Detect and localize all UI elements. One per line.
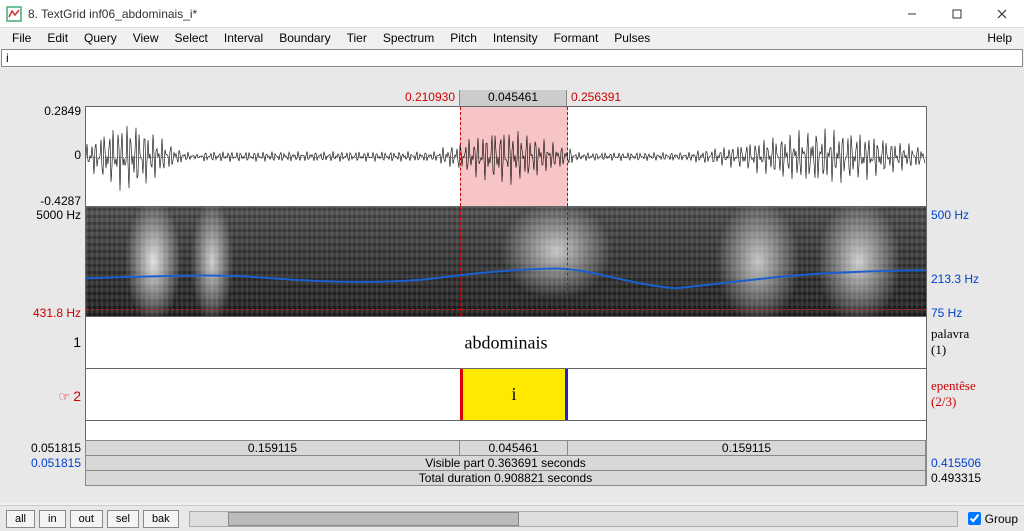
app-icon (6, 6, 22, 22)
total-bar[interactable]: Total duration 0.908821 seconds (85, 470, 927, 486)
title-bar: 8. TextGrid inf06_abdominais_i* (0, 0, 1024, 28)
zoom-sel-button[interactable]: sel (107, 510, 139, 528)
pitch-contour (86, 207, 926, 316)
total-right-time: 0.493315 (931, 471, 981, 485)
tier2-name: epentêse (931, 378, 976, 394)
visible-right-time: 0.415506 (931, 456, 981, 470)
visible-bar[interactable]: Visible part 0.363691 seconds (85, 455, 927, 471)
menu-view[interactable]: View (125, 29, 167, 47)
menu-bar: File Edit Query View Select Interval Bou… (0, 28, 1024, 48)
zoom-out-button[interactable]: out (70, 510, 103, 528)
tier2-panel[interactable]: i (86, 369, 926, 421)
menu-select[interactable]: Select (167, 29, 216, 47)
tier1-count: (1) (931, 342, 946, 358)
pitch-ceiling-hz: 500 Hz (931, 208, 969, 222)
scrollbar-thumb[interactable] (228, 512, 519, 526)
tier1-panel[interactable]: abdominais (86, 317, 926, 369)
label-entry-input[interactable] (6, 51, 1018, 65)
visible-left-time: 0.051815 (1, 456, 81, 470)
left-axis: 0.2849 0 -0.4287 5000 Hz 431.8 Hz 1 ☞2 (0, 106, 85, 441)
menu-interval[interactable]: Interval (216, 29, 271, 47)
menu-tier[interactable]: Tier (339, 29, 375, 47)
pitch-mean-hz: 213.3 Hz (931, 272, 979, 286)
minimize-button[interactable] (889, 0, 934, 27)
menu-intensity[interactable]: Intensity (485, 29, 546, 47)
post-selection-duration[interactable]: 0.159115 (568, 441, 926, 455)
selbar-left-time: 0.051815 (1, 441, 81, 455)
pointing-hand-icon: ☞ (59, 389, 71, 404)
maximize-button[interactable] (934, 0, 979, 27)
menu-pitch[interactable]: Pitch (442, 29, 485, 47)
entry-bar (1, 49, 1023, 67)
selection-bar-duration[interactable]: 0.045461 (460, 441, 568, 455)
spec-fmax: 5000 Hz (1, 208, 81, 222)
selection-start-time: 0.210930 (85, 90, 459, 106)
menu-pulses[interactable]: Pulses (606, 29, 658, 47)
tier1-number: 1 (1, 334, 81, 350)
window-title: 8. TextGrid inf06_abdominais_i* (28, 7, 889, 21)
selection-end-time: 0.256391 (567, 90, 927, 106)
tier1-name: palavra (931, 326, 969, 342)
tier2-number: ☞2 (1, 388, 81, 405)
horizontal-scrollbar[interactable] (189, 511, 958, 527)
selection-duration[interactable]: 0.045461 (459, 90, 567, 106)
waveform-panel[interactable] (86, 107, 926, 207)
waveform-signal (86, 107, 926, 206)
time-bars: 0.159115 0.045461 0.159115 Visible part … (85, 441, 927, 503)
zoom-all-button[interactable]: all (6, 510, 35, 528)
tier1-interval-text: abdominais (465, 332, 548, 353)
pre-selection-duration[interactable]: 0.159115 (86, 441, 460, 455)
tier2-selected-interval[interactable]: i (460, 369, 568, 420)
menu-file[interactable]: File (4, 29, 39, 47)
menu-edit[interactable]: Edit (39, 29, 76, 47)
zoom-bak-button[interactable]: bak (143, 510, 179, 528)
wave-ymin: -0.4287 (1, 194, 81, 208)
editor-panels: abdominais i (85, 106, 927, 441)
wave-zero: 0 (1, 148, 81, 162)
right-axis: 500 Hz 213.3 Hz 75 Hz palavra (1) epentê… (927, 106, 1024, 441)
menu-help[interactable]: Help (979, 29, 1020, 47)
bottom-toolbar: all in out sel bak Group (0, 505, 1024, 531)
bottom-left-times: 0.051815 0.051815 (0, 441, 85, 503)
wave-ymax: 0.2849 (1, 104, 81, 118)
zoom-in-button[interactable]: in (39, 510, 66, 528)
menu-boundary[interactable]: Boundary (271, 29, 338, 47)
visible-part-text[interactable]: Visible part 0.363691 seconds (86, 456, 926, 470)
selection-bar[interactable]: 0.159115 0.045461 0.159115 (85, 440, 927, 456)
workspace: 0.210930 0.045461 0.256391 0.2849 0 -0.4… (0, 68, 1024, 503)
selection-time-readout: 0.210930 0.045461 0.256391 (85, 90, 927, 106)
close-button[interactable] (979, 0, 1024, 27)
tier2-interval-text: i (511, 384, 516, 405)
menu-formant[interactable]: Formant (546, 29, 607, 47)
menu-spectrum[interactable]: Spectrum (375, 29, 442, 47)
menu-query[interactable]: Query (76, 29, 125, 47)
group-label: Group (985, 512, 1018, 526)
pitch-cursor-hz: 431.8 Hz (1, 306, 81, 320)
group-toggle[interactable]: Group (968, 512, 1018, 526)
tier2-count: (2/3) (931, 394, 956, 410)
bottom-right-times: 0.415506 0.493315 (927, 441, 1024, 503)
group-checkbox[interactable] (968, 512, 981, 525)
spectrogram-panel[interactable] (86, 207, 926, 317)
total-duration-text[interactable]: Total duration 0.908821 seconds (86, 471, 926, 485)
pitch-floor-hz: 75 Hz (931, 306, 962, 320)
